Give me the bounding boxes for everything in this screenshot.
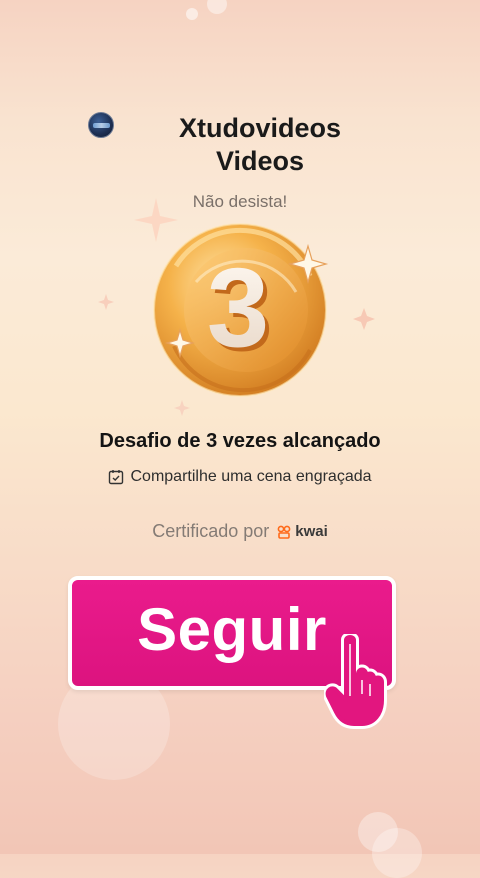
decorative-bubble <box>186 8 198 20</box>
sparkle-icon <box>353 308 375 330</box>
sparkle-icon <box>134 198 178 242</box>
channel-title-line-2: Videos <box>215 146 305 176</box>
certification-row: Certificado por kwai <box>40 521 440 542</box>
challenge-text: Compartilhe uma cena engraçada <box>130 468 372 485</box>
challenge-row: Compartilhe uma cena engraçada <box>40 468 440 486</box>
certified-by-label: Certificado por <box>152 521 270 541</box>
brand-name: kwai <box>295 523 328 540</box>
kwai-logo-icon <box>277 525 293 539</box>
calendar-check-icon <box>108 469 124 485</box>
channel-avatar[interactable] <box>88 112 114 138</box>
medal-badge: 3 3 <box>96 196 384 424</box>
follow-button-label: Seguir <box>137 596 327 663</box>
achievement-headline: Desafio de 3 vezes alcançado <box>99 430 381 452</box>
channel-title-line-1: Xtudovideos <box>178 113 341 143</box>
kwai-brand: kwai <box>277 523 328 540</box>
medal-number: 3 <box>207 245 269 370</box>
channel-title: Xtudovideos Videos <box>140 112 380 178</box>
hand-pointer-icon <box>324 634 404 730</box>
decorative-bubble <box>372 828 422 878</box>
decorative-bubble <box>207 0 227 14</box>
medal-graphic: 3 3 <box>98 198 375 416</box>
sparkle-icon <box>98 294 114 310</box>
sparkle-icon <box>174 400 190 416</box>
